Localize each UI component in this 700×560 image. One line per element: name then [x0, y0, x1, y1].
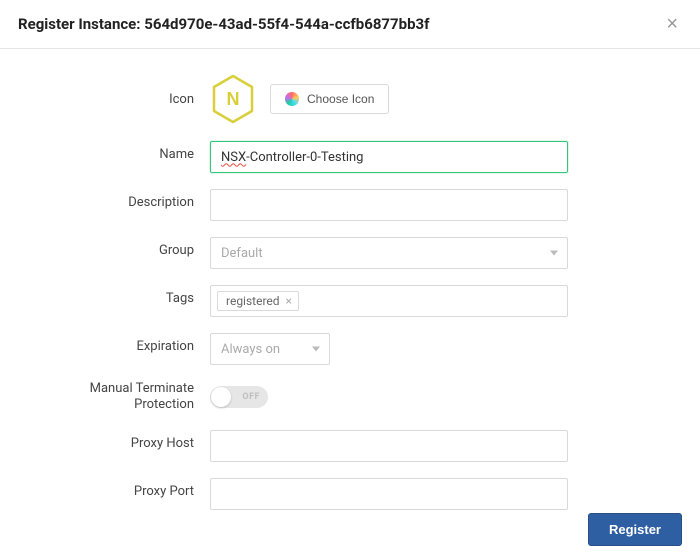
color-wheel-icon [285, 92, 299, 106]
mtp-toggle[interactable]: OFF [210, 386, 268, 408]
label-proxy-port: Proxy Port [0, 478, 210, 499]
chevron-down-icon [312, 347, 320, 352]
label-icon: Icon [0, 92, 210, 107]
group-placeholder: Default [221, 246, 263, 261]
field-expiration: Always on [210, 333, 568, 365]
row-expiration: Expiration Always on [0, 333, 700, 365]
chevron-down-icon [550, 251, 558, 256]
field-group: Default [210, 237, 568, 269]
label-group: Group [0, 237, 210, 258]
tag-label: registered [226, 294, 280, 308]
form-area: Icon N Choose Icon Name NSX [0, 49, 700, 510]
tag-chip: registered × [217, 291, 299, 311]
tags-input[interactable]: registered × [210, 285, 568, 317]
tag-remove-icon[interactable]: × [286, 295, 292, 307]
modal-header: Register Instance: 564d970e-43ad-55f4-54… [0, 0, 700, 49]
group-select[interactable]: Default [210, 237, 568, 269]
expiration-value: Always on [221, 342, 280, 357]
name-input[interactable]: NSX-Controller-0-Testing [210, 141, 568, 173]
instance-hexagon-icon: N [210, 73, 256, 125]
field-proxy-port [210, 478, 568, 510]
modal-footer: Register [588, 513, 682, 546]
row-tags: Tags registered × [0, 285, 700, 317]
row-proxy-host: Proxy Host [0, 430, 700, 462]
expiration-select[interactable]: Always on [210, 333, 330, 365]
field-name: NSX-Controller-0-Testing [210, 141, 568, 173]
description-input[interactable] [210, 189, 568, 221]
label-description: Description [0, 189, 210, 210]
field-tags: registered × [210, 285, 568, 317]
toggle-knob [211, 387, 231, 407]
proxy-port-input[interactable] [210, 478, 568, 510]
name-value: NSX-Controller-0-Testing [221, 142, 364, 172]
row-description: Description [0, 189, 700, 221]
row-name: Name NSX-Controller-0-Testing [0, 141, 700, 173]
label-proxy-host: Proxy Host [0, 430, 210, 451]
label-tags: Tags [0, 285, 210, 306]
field-description [210, 189, 568, 221]
choose-icon-label: Choose Icon [307, 92, 374, 106]
field-mtp: OFF [210, 386, 568, 408]
label-expiration: Expiration [0, 333, 210, 354]
field-proxy-host [210, 430, 568, 462]
toggle-off-text: OFF [242, 392, 260, 402]
label-name: Name [0, 141, 210, 162]
instance-icon-letter: N [227, 89, 240, 109]
proxy-host-input[interactable] [210, 430, 568, 462]
close-button[interactable]: × [662, 14, 682, 34]
label-mtp: Manual TerminateProtection [0, 381, 210, 414]
row-mtp: Manual TerminateProtection OFF [0, 381, 700, 414]
choose-icon-button[interactable]: Choose Icon [270, 84, 389, 114]
close-icon: × [666, 13, 678, 35]
row-proxy-port: Proxy Port [0, 478, 700, 510]
register-button[interactable]: Register [588, 513, 682, 546]
field-icon: N Choose Icon [210, 73, 568, 125]
modal-title: Register Instance: 564d970e-43ad-55f4-54… [18, 15, 429, 33]
row-icon: Icon N Choose Icon [0, 73, 700, 125]
row-group: Group Default [0, 237, 700, 269]
